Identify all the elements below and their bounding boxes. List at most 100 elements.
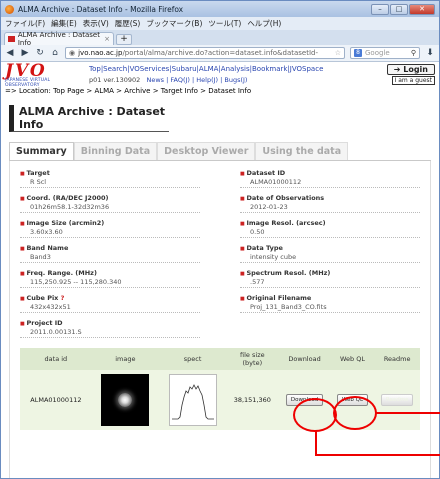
- field-cube-pix: Cube Pix ?432x432x51: [20, 294, 200, 313]
- annotation-line: [315, 431, 317, 455]
- field-value: Proj_131_Band3_CO.fits: [240, 302, 420, 313]
- field-band-name: Band NameBand3: [20, 244, 200, 263]
- back-icon[interactable]: ◀: [5, 48, 15, 58]
- menu-bookmarks[interactable]: ブックマーク(B): [146, 18, 202, 29]
- jvo-sub-links[interactable]: News | FAQ(J) | Help(J) | Bugs(J): [146, 76, 247, 84]
- col-image: image: [91, 348, 159, 370]
- menu-edit[interactable]: 編集(E): [51, 18, 77, 29]
- field-value: R Scl: [20, 177, 200, 188]
- jvo-logo-text: JVO: [5, 62, 47, 81]
- col-file-size: file size (byte): [226, 348, 279, 370]
- col-spect: spect: [159, 348, 227, 370]
- download-highlight-circle: [293, 398, 337, 432]
- webql-highlight-circle: [333, 396, 377, 430]
- dataset-tabs: Summary Binning Data Desktop Viewer Usin…: [9, 142, 431, 161]
- field-label: Date of Observations: [240, 194, 420, 202]
- field-label: Cube Pix: [26, 294, 59, 302]
- url-host: jvo.nao.ac.jp: [78, 49, 123, 57]
- firefox-icon: [5, 4, 14, 14]
- browser-tab[interactable]: ALMA Archive : Dataset Info ×: [4, 31, 114, 47]
- title-bar: ALMA Archive : Dataset Info - Mozilla Fi…: [1, 1, 439, 17]
- tab-bar: ALMA Archive : Dataset Info × +: [1, 30, 439, 47]
- search-icon[interactable]: ⚲: [411, 49, 416, 57]
- tab-binning-data[interactable]: Binning Data: [73, 142, 158, 160]
- search-box[interactable]: 8 Google ⚲: [350, 47, 420, 59]
- field-spectrum-resol: Spectrum Resol. (MHz).577: [240, 269, 420, 288]
- field-date-obs: Date of Observations2012-01-23: [240, 194, 420, 213]
- reload-icon[interactable]: ↻: [35, 48, 45, 58]
- tab-desktop-viewer[interactable]: Desktop Viewer: [157, 142, 256, 160]
- tab-close-icon[interactable]: ×: [104, 35, 110, 43]
- menu-bar: ファイル(F) 編集(E) 表示(V) 履歴(S) ブックマーク(B) ツール(…: [1, 17, 439, 30]
- forward-icon[interactable]: ▶: [20, 48, 30, 58]
- field-value: intensity cube: [240, 252, 420, 263]
- field-target: TargetR Scl: [20, 169, 200, 188]
- image-thumbnail[interactable]: [101, 374, 150, 426]
- cell-spect: [159, 370, 227, 430]
- field-label: Project ID: [20, 319, 200, 327]
- field-label: Image Resol. (arcsec): [240, 219, 420, 227]
- navigation-bar: ◀ ▶ ↻ ⌂ ◉ jvo.nao.ac.jp/portal/alma/arch…: [1, 45, 439, 62]
- field-value: 2011.0.00131.S: [20, 327, 200, 338]
- tab-using-data[interactable]: Using the data: [255, 142, 349, 160]
- field-label: Freq. Range. (MHz): [20, 269, 200, 277]
- spectrum-thumbnail[interactable]: [168, 374, 217, 426]
- summary-panel: TargetR Scl Dataset IDALMA01000112 Coord…: [9, 161, 431, 478]
- browser-window: ALMA Archive : Dataset Info - Mozilla Fi…: [0, 0, 440, 479]
- window-title: ALMA Archive : Dataset Info - Mozilla Fi…: [18, 4, 184, 14]
- field-value: .577: [240, 277, 420, 288]
- home-icon[interactable]: ⌂: [50, 48, 60, 58]
- field-label: Dataset ID: [240, 169, 420, 177]
- breadcrumb: => Location: Top Page > ALMA > Archive >…: [5, 87, 252, 95]
- tab-summary[interactable]: Summary: [9, 142, 74, 160]
- field-dataset-id: Dataset IDALMA01000112: [240, 169, 420, 188]
- download-icon[interactable]: ⬇: [425, 48, 435, 58]
- field-freq-range: Freq. Range. (MHz)115,250.925 -- 115,280…: [20, 269, 200, 288]
- table-header-row: data id image spect file size (byte) Down…: [20, 348, 420, 370]
- field-value: Band3: [20, 252, 200, 263]
- field-original-filename: Original FilenameProj_131_Band3_CO.fits: [240, 294, 420, 313]
- menu-view[interactable]: 表示(V): [83, 18, 109, 29]
- field-label: Spectrum Resol. (MHz): [240, 269, 420, 277]
- jvo-header: JVO JAPANESE VIRTUAL OBSERVATORY Top|Sea…: [1, 62, 439, 89]
- maximize-button[interactable]: □: [390, 3, 408, 15]
- field-coord: Coord. (RA/DEC J2000)01h26m58.1-32d32m36: [20, 194, 200, 213]
- field-value: 0.50: [240, 227, 420, 238]
- cell-readme: Readme: [374, 370, 420, 430]
- annotation-line: [315, 454, 440, 456]
- menu-help[interactable]: ヘルプ(H): [247, 18, 281, 29]
- url-path: /portal/alma/archive.do?action=dataset.i…: [122, 49, 319, 57]
- menu-tools[interactable]: ツール(T): [208, 18, 241, 29]
- close-button[interactable]: ✕: [409, 3, 435, 15]
- field-label: Data Type: [240, 244, 420, 252]
- annotation-line: [376, 412, 440, 414]
- field-image-resol: Image Resol. (arcsec)0.50: [240, 219, 420, 238]
- jvo-logo[interactable]: JVO JAPANESE VIRTUAL OBSERVATORY: [5, 62, 81, 89]
- field-value: ALMA01000112: [240, 177, 420, 188]
- field-value: 01h26m58.1-32d32m36: [20, 202, 200, 213]
- minimize-button[interactable]: –: [371, 3, 389, 15]
- search-placeholder: Google: [365, 49, 390, 57]
- menu-file[interactable]: ファイル(F): [5, 18, 45, 29]
- url-bar[interactable]: ◉ jvo.nao.ac.jp/portal/alma/archive.do?a…: [65, 47, 345, 59]
- field-label: Coord. (RA/DEC J2000): [20, 194, 200, 202]
- col-data-id: data id: [20, 348, 92, 370]
- field-label: Band Name: [20, 244, 200, 252]
- bookmark-star-icon[interactable]: ☆: [335, 49, 341, 57]
- field-value: 115,250.925 -- 115,280.340: [20, 277, 200, 288]
- menu-history[interactable]: 履歴(S): [115, 18, 141, 29]
- login-button[interactable]: ➔ Login: [386, 64, 435, 75]
- jvo-nav-links[interactable]: Top|Search|VOServices|Subaru|ALMA|Analys…: [89, 65, 365, 73]
- tab-label: ALMA Archive : Dataset Info: [17, 31, 100, 47]
- guest-label: I am a guest: [391, 76, 435, 85]
- version-label: p01 ver.130902: [89, 76, 141, 84]
- field-data-type: Data Typeintensity cube: [240, 244, 420, 263]
- field-label: Image Size (arcmin2): [20, 219, 200, 227]
- col-readme: Readme: [374, 348, 420, 370]
- field-image-size: Image Size (arcmin2)3.60x3.60: [20, 219, 200, 238]
- field-label: Original Filename: [240, 294, 420, 302]
- help-link[interactable]: ?: [61, 294, 65, 302]
- readme-button[interactable]: Readme: [380, 394, 414, 406]
- field-value: 3.60x3.60: [20, 227, 200, 238]
- new-tab-button[interactable]: +: [116, 34, 132, 45]
